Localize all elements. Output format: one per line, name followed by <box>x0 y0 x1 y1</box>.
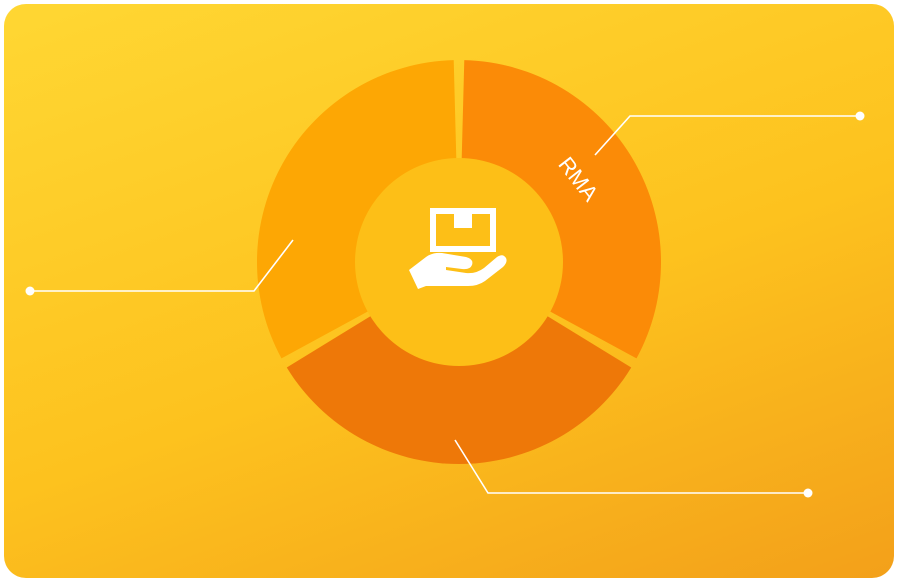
leader-endpoint-left <box>25 286 35 296</box>
leader-endpoint-rma <box>855 111 865 121</box>
ring-diagram: RMA <box>25 60 865 498</box>
leader-line-rma <box>594 115 860 156</box>
leader-line-left <box>30 239 294 292</box>
leader-endpoint-bottom <box>803 488 813 498</box>
